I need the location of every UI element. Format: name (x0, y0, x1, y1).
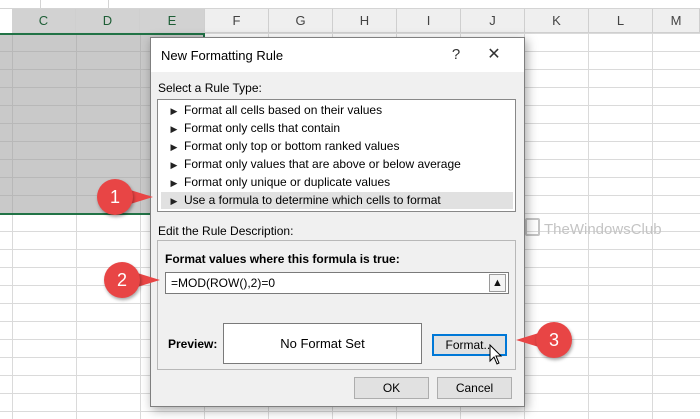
cancel-button[interactable]: Cancel (437, 377, 512, 399)
arrow-icon: ▶ (170, 178, 178, 188)
dialog-title: New Formatting Rule (161, 48, 284, 63)
arrow-icon: ▶ (170, 124, 178, 134)
ok-button[interactable]: OK (354, 377, 429, 399)
formula-bar-strip (0, 0, 700, 9)
rule-type-item[interactable]: ▶ Format all cells based on their values (161, 102, 513, 119)
close-button[interactable]: ✕ (481, 43, 507, 67)
column-header-m[interactable]: M (653, 9, 700, 33)
rule-type-text: Format only unique or duplicate values (184, 175, 391, 189)
column-header-e[interactable]: E (140, 9, 205, 33)
column-header-k[interactable]: K (525, 9, 589, 33)
rule-type-text: Format only top or bottom ranked values (184, 139, 400, 153)
watermark: TheWindowsClub (525, 218, 662, 238)
callout-number: 1 (97, 179, 133, 215)
rule-type-item[interactable]: ▶ Format only top or bottom ranked values (161, 138, 513, 155)
column-header-h[interactable]: H (333, 9, 397, 33)
formula-value: =MOD(ROW(),2)=0 (171, 276, 276, 290)
rule-type-item-selected[interactable]: ▶ Use a formula to determine which cells … (161, 192, 513, 209)
arrow-icon: ▶ (170, 196, 178, 206)
dialog-titlebar[interactable]: New Formatting Rule ? ✕ (151, 38, 524, 72)
column-header-j[interactable]: J (461, 9, 525, 33)
formula-input[interactable]: =MOD(ROW(),2)=0 ▲ (165, 272, 509, 294)
rule-type-label: Select a Rule Type: (158, 81, 262, 95)
format-preview: No Format Set (223, 323, 422, 364)
column-header-d[interactable]: D (76, 9, 140, 33)
column-header-i[interactable]: I (397, 9, 461, 33)
rule-type-item[interactable]: ▶ Format only values that are above or be… (161, 156, 513, 173)
callout-2: 2 (104, 262, 166, 298)
rule-type-text: Format only values that are above or bel… (184, 157, 461, 171)
arrow-icon: ▶ (170, 142, 178, 152)
mouse-cursor-icon (489, 344, 503, 365)
rule-type-list[interactable]: ▶ Format all cells based on their values … (157, 99, 516, 212)
selection-border (0, 33, 205, 35)
callout-number: 2 (104, 262, 140, 298)
edit-description-label: Edit the Rule Description: (158, 224, 294, 238)
column-header-f[interactable]: F (205, 9, 269, 33)
rule-type-item[interactable]: ▶ Format only unique or duplicate values (161, 174, 513, 191)
callout-3: 3 (506, 322, 572, 358)
rule-type-text: Use a formula to determine which cells t… (184, 193, 441, 207)
column-header-l[interactable]: L (589, 9, 653, 33)
collapse-dialog-icon[interactable]: ▲ (489, 274, 506, 292)
preview-label: Preview: (168, 337, 218, 351)
new-formatting-rule-dialog: New Formatting Rule ? ✕ Select a Rule Ty… (150, 37, 525, 407)
rule-type-item[interactable]: ▶ Format only cells that contain (161, 120, 513, 137)
watermark-text: TheWindowsClub (544, 221, 662, 238)
watermark-logo-icon (525, 218, 540, 236)
help-button[interactable]: ? (447, 46, 465, 64)
rule-type-text: Format only cells that contain (184, 121, 341, 135)
callout-number: 3 (536, 322, 572, 358)
callout-1: 1 (97, 179, 157, 215)
arrow-icon: ▶ (170, 106, 178, 116)
rule-type-text: Format all cells based on their values (184, 103, 383, 117)
column-header-g[interactable]: G (269, 9, 333, 33)
column-header-c[interactable]: C (12, 9, 76, 33)
arrow-icon: ▶ (170, 160, 178, 170)
formula-label: Format values where this formula is true… (165, 252, 400, 266)
